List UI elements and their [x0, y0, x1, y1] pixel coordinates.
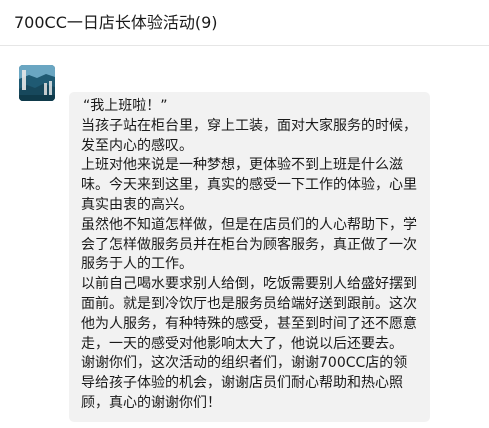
chat-title[interactable]: 700CC一日店长体验活动(9) [14, 12, 218, 34]
chat-header: 700CC一日店长体验活动(9) [0, 0, 489, 46]
sender-avatar[interactable] [19, 65, 55, 101]
message-paragraph-4: 虽然他不知道怎样做，但是在店员们的人心帮助下，学会了怎样做服务员并在柜台为顾客服… [81, 216, 417, 273]
avatar-image [19, 65, 55, 101]
message-bubble[interactable]: “我上班啦！” 当孩子站在柜台里，穿上工装，面对大家服务的时候，发至内心的感叹。… [69, 92, 430, 422]
message-paragraph-3: 上班对他来说是一种梦想，更体验不到上班是什么滋味。今天来到这里，真实的感受一下工… [81, 157, 417, 213]
message-paragraph-1: “我上班啦！” [83, 98, 168, 114]
message-paragraph-5: 以前自己喝水要求别人给倒，吃饭需要别人给盛好摆到面前。就是到冷饮厅也是服务员给端… [81, 276, 417, 352]
message-paragraph-6: 谢谢你们，这次活动的组织者们，谢谢700CC店的领导给孩子体验的机会，谢谢店员们… [81, 355, 408, 411]
message-paragraph-2: 当孩子站在柜台里，穿上工装，面对大家服务的时候，发至内心的感叹。 [81, 117, 417, 154]
message-row: “我上班啦！” 当孩子站在柜台里，穿上工装，面对大家服务的时候，发至内心的感叹。… [0, 46, 489, 428]
